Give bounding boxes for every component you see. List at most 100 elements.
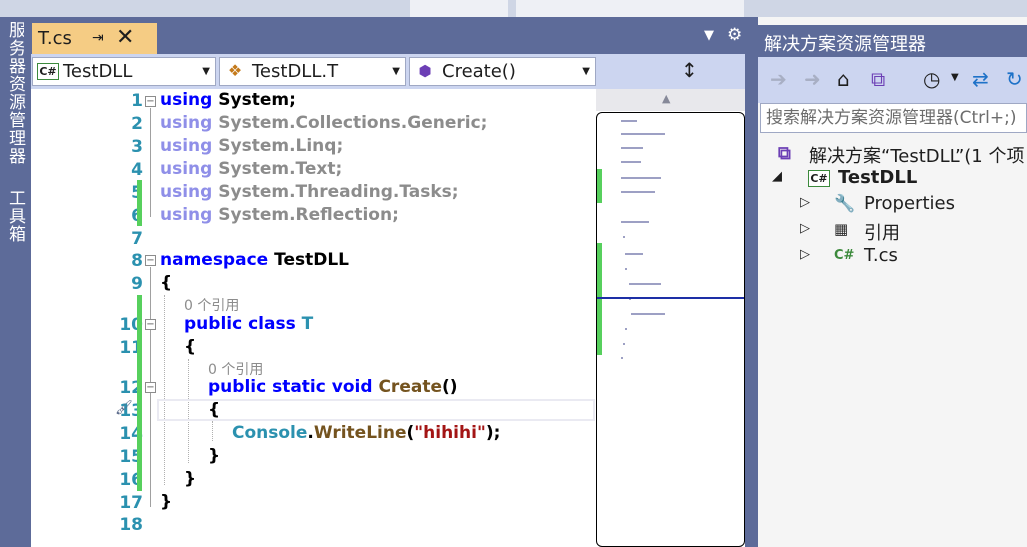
solution-explorer-title-bar: 解决方案资源管理器 <box>758 25 1027 57</box>
csharp-file-icon: C# <box>834 248 855 263</box>
code-line: { <box>208 400 221 420</box>
map-scrollbar[interactable]: ▲ <box>596 89 745 547</box>
line-number: 6 <box>61 206 143 226</box>
collapse-icon[interactable]: − <box>145 255 156 266</box>
back-icon[interactable]: ➔ <box>770 67 787 91</box>
member-dropdown-label: Create() <box>442 61 516 82</box>
tree-node-label: Properties <box>864 193 955 214</box>
map-code-line <box>621 133 665 135</box>
panel-splitter[interactable] <box>745 17 758 547</box>
code-line: using System.Linq; <box>160 136 344 156</box>
line-number: 16 <box>119 470 143 490</box>
code-line: public class T <box>184 314 314 334</box>
map-code-line <box>631 313 665 315</box>
code-line: namespace TestDLL <box>160 250 349 270</box>
code-line: } <box>208 446 221 466</box>
references-icon: ▦ <box>834 220 849 238</box>
project-dropdown[interactable]: C# TestDLL ▼ <box>32 57 216 86</box>
collapsed-arrow-icon[interactable]: ▷ <box>800 247 810 262</box>
code-line: using System; <box>160 90 296 110</box>
type-dropdown-label: TestDLL.T <box>252 61 339 82</box>
tree-node-references[interactable]: ▷ ▦ 引用 <box>800 219 1027 244</box>
top-strip-segment <box>410 0 508 17</box>
map-code-line <box>629 283 661 285</box>
csharp-project-icon: C# <box>808 170 830 187</box>
map-code-line <box>625 253 643 255</box>
tree-node-solution[interactable]: ⧉ 解决方案“TestDLL”(1 个项目 <box>778 142 1027 167</box>
solution-explorer-search[interactable] <box>760 103 1027 133</box>
solution-icon: ⧉ <box>778 143 791 164</box>
collapse-icon[interactable]: − <box>145 96 156 107</box>
solution-explorer-panel: 解决方案资源管理器 ➔ ➜ ⌂ ⧉ ◷ ▼ ⇄ ↻ ⧉ 解决方案“TestDLL… <box>758 17 1027 547</box>
line-number: 18 <box>119 515 143 535</box>
code-line: using System.Reflection; <box>160 205 399 225</box>
map-code-line <box>621 357 623 359</box>
chevron-down-icon: ▼ <box>582 66 590 77</box>
current-line-highlight <box>157 399 595 421</box>
chevron-down-icon[interactable]: ▼ <box>951 72 959 83</box>
collapse-icon[interactable]: − <box>145 319 156 330</box>
code-editor[interactable]: 1 2 3 4 5 6 7 8 9 10 11 12 13 14 15 16 1… <box>31 89 596 547</box>
refresh-icon[interactable]: ↻ <box>1006 67 1023 91</box>
project-dropdown-label: TestDLL <box>63 61 133 82</box>
code-line: using System.Text; <box>160 159 343 179</box>
tree-node-properties[interactable]: ▷ 🔧 Properties <box>800 193 1027 217</box>
line-number: 3 <box>131 137 143 157</box>
type-dropdown[interactable]: ❖ TestDLL.T ▼ <box>219 57 406 86</box>
map-code-line <box>621 147 643 149</box>
tab-dropdown-icon[interactable]: ▼ <box>704 28 714 43</box>
tree-node-project[interactable]: ◢ C# TestDLL <box>772 167 1027 191</box>
tree-node-label: 引用 <box>864 223 900 244</box>
code-line: } <box>160 492 173 512</box>
expanded-arrow-icon[interactable]: ◢ <box>772 169 782 184</box>
paintbrush-icon[interactable]: 🖌 <box>115 400 133 416</box>
code-map-preview[interactable] <box>596 112 745 547</box>
csharp-project-icon: C# <box>37 63 59 80</box>
indent-guide <box>164 295 165 485</box>
line-number: 10 <box>119 315 143 335</box>
close-icon[interactable]: ✕ <box>116 25 134 50</box>
line-number: 2 <box>131 114 143 134</box>
history-icon[interactable]: ◷ <box>923 67 940 91</box>
fold-line <box>150 108 151 217</box>
tree-node-tcs[interactable]: ▷ C# T.cs <box>800 245 1027 269</box>
forward-icon[interactable]: ➜ <box>804 67 821 91</box>
search-input[interactable] <box>766 107 1026 129</box>
code-line: Console.WriteLine("hihihi"); <box>232 423 501 443</box>
line-number: 9 <box>131 274 143 294</box>
map-code-line <box>621 221 649 223</box>
collapsed-arrow-icon[interactable]: ▷ <box>800 221 810 236</box>
map-code-line <box>621 191 655 193</box>
toolbox-tab[interactable]: 工具箱 <box>3 189 28 243</box>
member-dropdown[interactable]: ⬢ Create() ▼ <box>409 57 596 86</box>
line-number: 12 <box>119 378 143 398</box>
map-code-line <box>625 268 627 270</box>
gear-icon[interactable]: ⚙ <box>727 25 742 45</box>
code-line: public static void Create() <box>208 377 458 397</box>
document-tab[interactable]: T.cs ⇥ ✕ <box>32 23 157 54</box>
navigation-bar: C# TestDLL ▼ ❖ TestDLL.T ▼ ⬢ Create() ▼ … <box>31 54 745 89</box>
change-bar <box>137 180 142 226</box>
wrench-icon: 🔧 <box>834 194 856 214</box>
home-icon[interactable]: ⌂ <box>837 67 850 91</box>
line-number: 5 <box>61 183 143 203</box>
chevron-up-icon: ▲ <box>662 92 671 105</box>
reference-count-lens[interactable]: 0 个引用 <box>184 295 239 315</box>
switch-views-icon[interactable]: ⧉ <box>871 67 885 91</box>
document-tab-well: T.cs ⇥ ✕ ▼ ⚙ <box>24 17 754 54</box>
code-line: using System.Collections.Generic; <box>160 113 488 133</box>
document-tab-title: T.cs <box>38 28 72 49</box>
collapse-icon[interactable]: − <box>145 382 156 393</box>
reference-count-lens[interactable]: 0 个引用 <box>208 359 263 379</box>
line-number: 7 <box>131 229 143 249</box>
pin-icon[interactable]: ⇥ <box>92 30 104 46</box>
split-window-icon[interactable]: ↕ <box>681 58 698 82</box>
change-bar <box>137 295 142 491</box>
sync-icon[interactable]: ⇄ <box>972 67 989 91</box>
map-code-line <box>623 236 625 238</box>
scroll-up-button[interactable]: ▲ <box>596 89 745 111</box>
line-number: 1 <box>131 91 143 111</box>
map-change-bar <box>597 169 602 203</box>
collapsed-arrow-icon[interactable]: ▷ <box>800 195 810 210</box>
map-caret-line <box>597 297 744 299</box>
